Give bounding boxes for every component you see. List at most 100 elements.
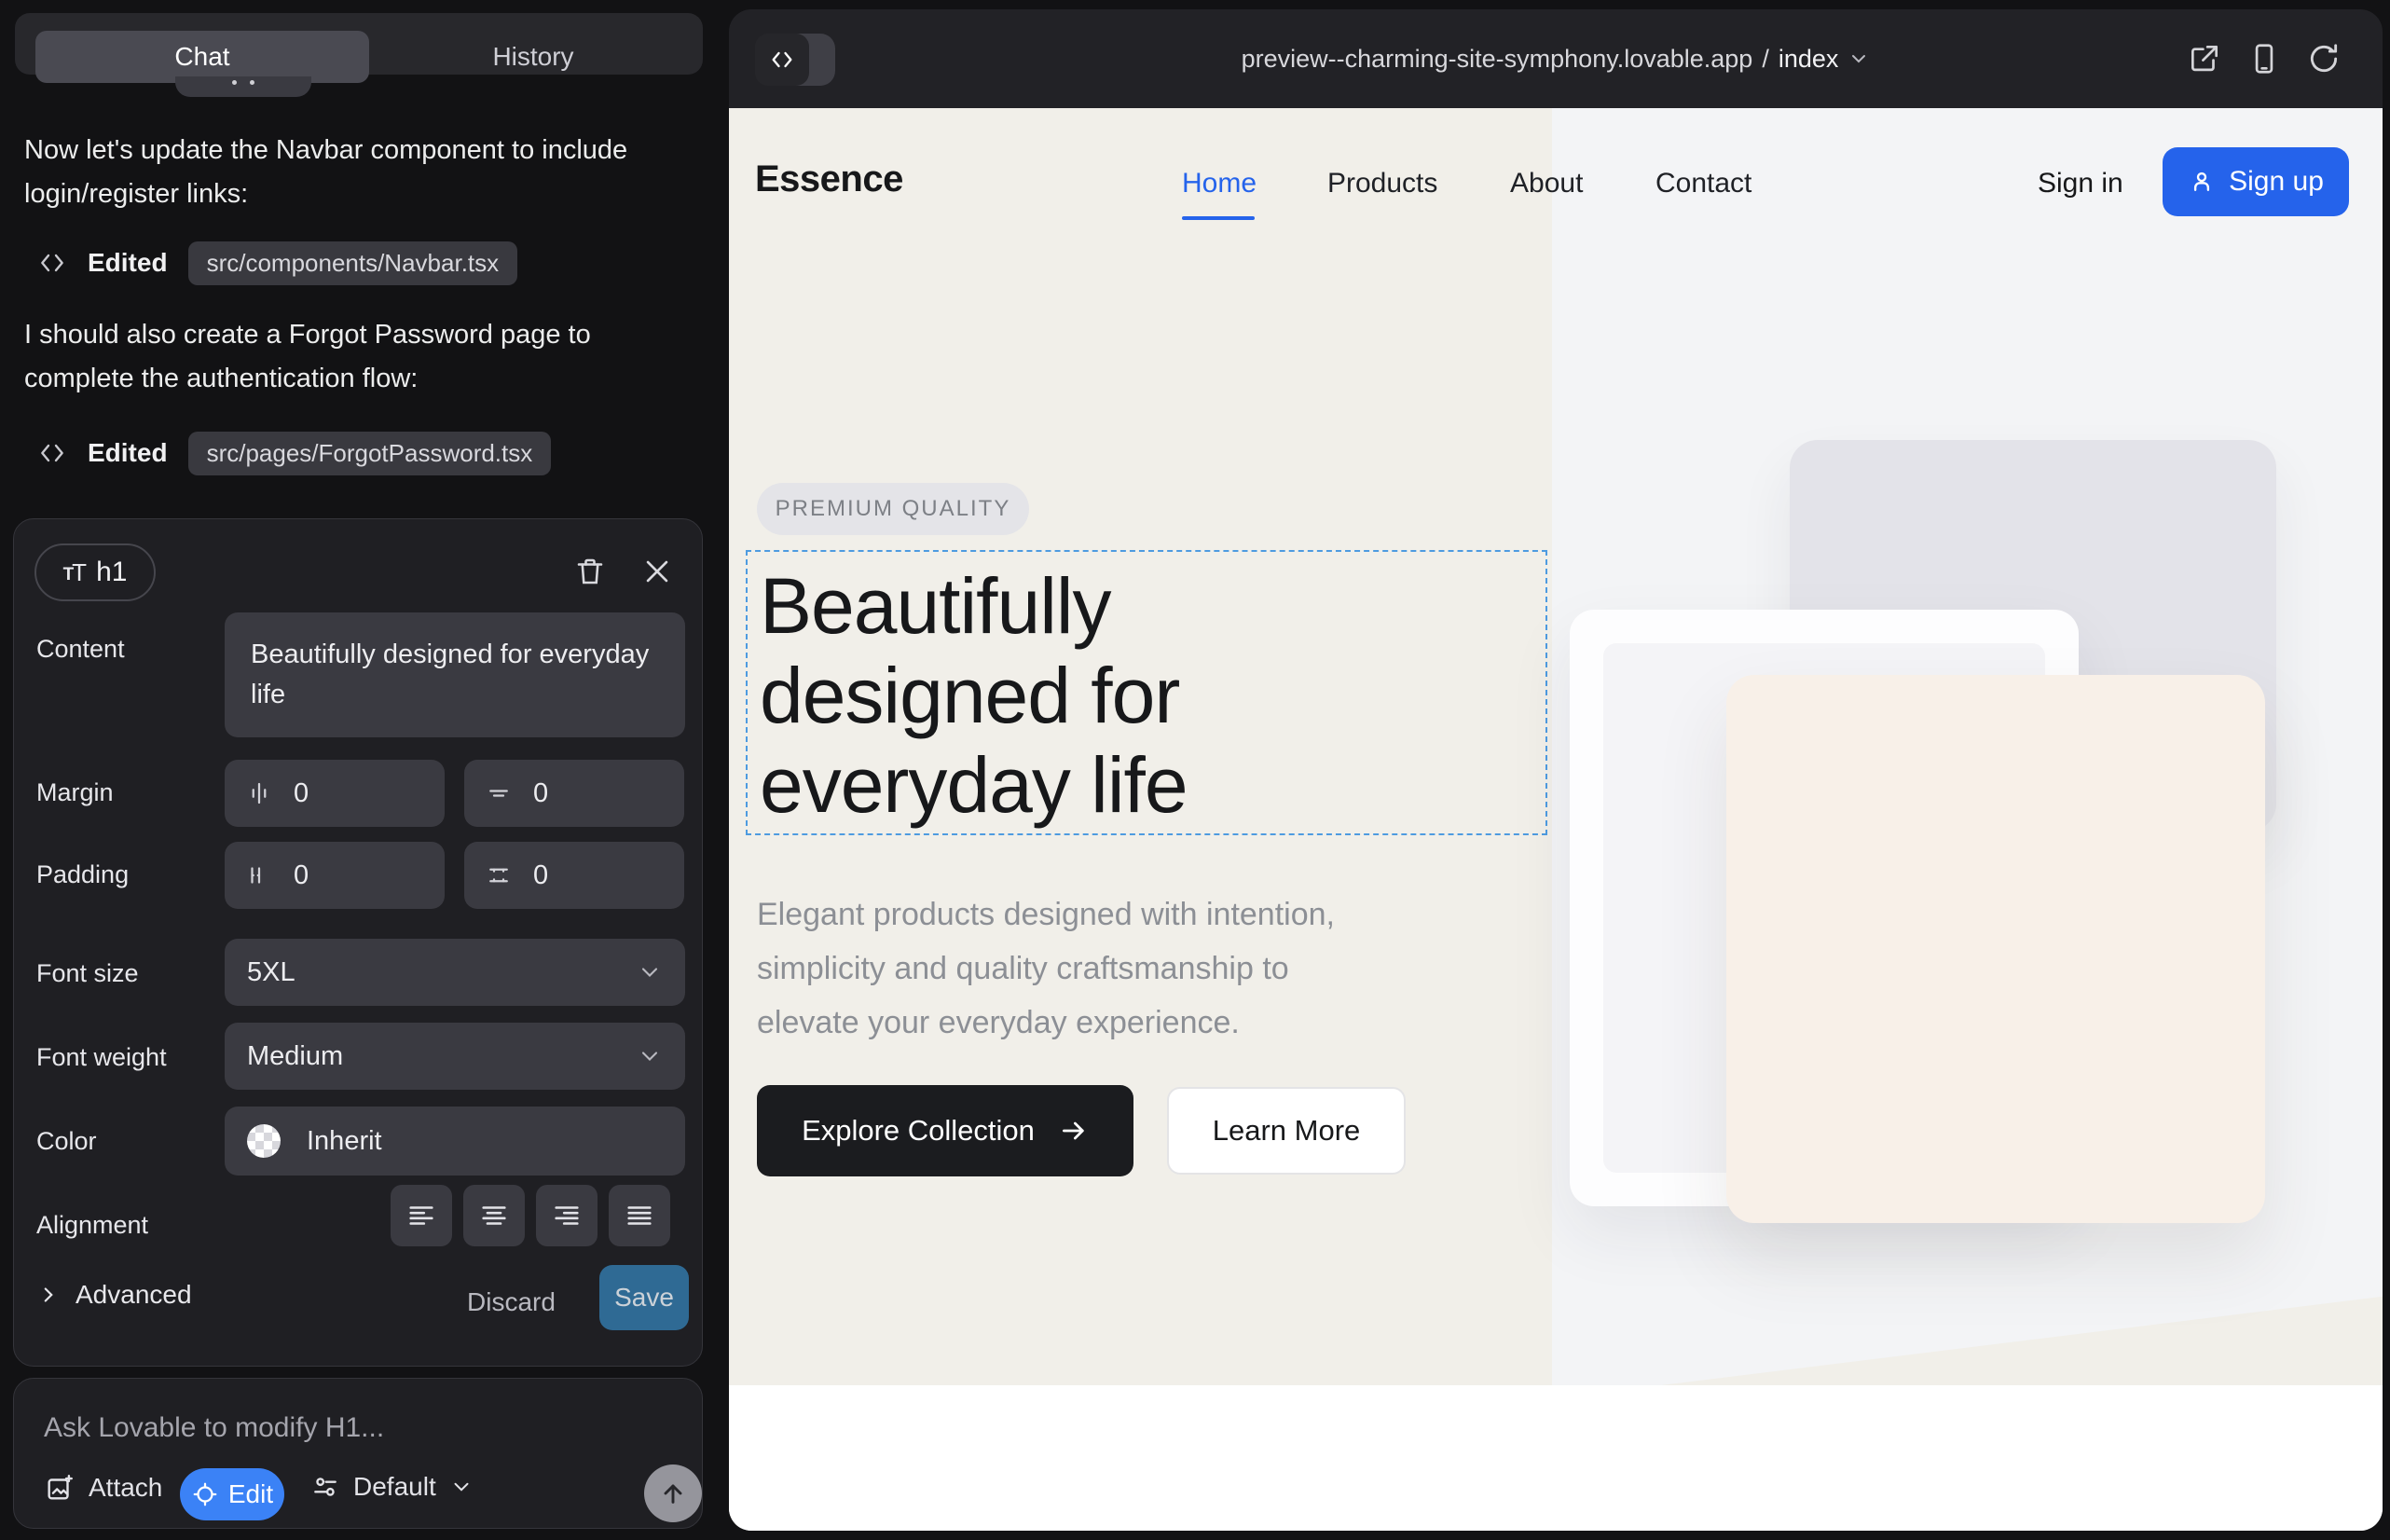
attach-label: Attach bbox=[89, 1473, 162, 1503]
explore-collection-button[interactable]: Explore Collection bbox=[757, 1085, 1133, 1176]
typography-icon: TT bbox=[63, 558, 86, 587]
chat-composer[interactable]: Ask Lovable to modify H1... Attach Edit … bbox=[13, 1378, 703, 1529]
attach-button[interactable]: Attach bbox=[44, 1472, 162, 1504]
alignment-label: Alignment bbox=[36, 1211, 148, 1240]
user-icon bbox=[2188, 168, 2216, 196]
margin-x-input[interactable]: 0 bbox=[225, 760, 445, 827]
padding-y-value: 0 bbox=[533, 860, 548, 891]
edited-file-row[interactable]: Edited src/components/Navbar.tsx bbox=[37, 241, 517, 285]
url-separator: / bbox=[1762, 45, 1769, 74]
arrow-right-icon bbox=[1059, 1116, 1089, 1146]
nav-contact[interactable]: Contact bbox=[1655, 168, 1751, 199]
next-section-background bbox=[729, 1385, 2383, 1531]
learn-more-button[interactable]: Learn More bbox=[1167, 1087, 1406, 1175]
color-swatch bbox=[247, 1124, 281, 1158]
margin-y-input[interactable]: 0 bbox=[464, 760, 684, 827]
color-select[interactable]: Inherit bbox=[225, 1107, 685, 1176]
padding-horizontal-icon bbox=[245, 861, 273, 889]
font-weight-select[interactable]: Medium bbox=[225, 1023, 685, 1090]
refresh-icon[interactable] bbox=[2304, 39, 2343, 78]
element-tag-pill[interactable]: TT h1 bbox=[34, 543, 156, 601]
preview-browser: preview--charming-site-symphony.lovable.… bbox=[729, 9, 2383, 1531]
color-label: Color bbox=[36, 1127, 97, 1156]
nav-home[interactable]: Home bbox=[1182, 168, 1257, 199]
margin-x-value: 0 bbox=[294, 778, 309, 809]
element-tag: h1 bbox=[96, 557, 127, 588]
font-size-select[interactable]: 5XL bbox=[225, 939, 685, 1006]
align-left-button[interactable] bbox=[391, 1185, 452, 1246]
advanced-label: Advanced bbox=[76, 1280, 192, 1310]
margin-vertical-icon bbox=[485, 779, 513, 807]
font-weight-label: Font weight bbox=[36, 1043, 167, 1072]
scrolled-message-pill[interactable] bbox=[175, 76, 311, 97]
sign-up-button[interactable]: Sign up bbox=[2163, 147, 2349, 216]
tab-history[interactable]: History bbox=[369, 31, 697, 83]
url-page: index bbox=[1779, 45, 1839, 74]
subtext-line: simplicity and quality craftsmanship to bbox=[757, 942, 1335, 996]
decorative-wedge bbox=[1661, 1255, 2383, 1385]
sign-up-label: Sign up bbox=[2229, 166, 2324, 198]
open-in-new-icon[interactable] bbox=[2185, 39, 2224, 78]
nav-products[interactable]: Products bbox=[1327, 168, 1437, 199]
premium-quality-badge: PREMIUM QUALITY bbox=[757, 483, 1029, 535]
headline-line: designed for bbox=[760, 651, 1188, 740]
headline-line: Beautifully bbox=[760, 561, 1188, 651]
edited-label: Edited bbox=[88, 438, 168, 468]
padding-label: Padding bbox=[36, 860, 129, 889]
advanced-toggle[interactable]: Advanced bbox=[36, 1280, 192, 1310]
chevron-right-icon bbox=[36, 1283, 61, 1307]
assistant-message: Now let's update the Navbar component to… bbox=[24, 129, 635, 216]
edit-label: Edit bbox=[228, 1479, 273, 1509]
code-icon bbox=[37, 438, 67, 468]
preview-url: preview--charming-site-symphony.lovable.… bbox=[1242, 45, 1753, 74]
align-justify-button[interactable] bbox=[609, 1185, 670, 1246]
margin-label: Margin bbox=[36, 778, 114, 807]
delete-element-button[interactable] bbox=[570, 551, 611, 592]
url-bar[interactable]: preview--charming-site-symphony.lovable.… bbox=[729, 9, 2383, 108]
hero-headline[interactable]: Beautifully designed for everyday life bbox=[760, 561, 1188, 830]
padding-vertical-icon bbox=[485, 861, 513, 889]
hero-subtext: Elegant products designed with intention… bbox=[757, 887, 1335, 1050]
save-button[interactable]: Save bbox=[599, 1265, 689, 1330]
edited-label: Edited bbox=[88, 248, 168, 278]
subtext-line: elevate your everyday experience. bbox=[757, 996, 1335, 1050]
tab-chat[interactable]: Chat bbox=[35, 31, 369, 83]
margin-y-value: 0 bbox=[533, 778, 548, 809]
chevron-down-icon bbox=[637, 1043, 663, 1069]
chevron-down-icon bbox=[449, 1475, 474, 1499]
nav-about[interactable]: About bbox=[1510, 168, 1583, 199]
content-label: Content bbox=[36, 635, 125, 664]
file-pill[interactable]: src/components/Navbar.tsx bbox=[188, 241, 518, 285]
padding-x-value: 0 bbox=[294, 860, 309, 891]
color-value: Inherit bbox=[307, 1126, 382, 1157]
element-editor-panel: TT h1 Content Beautifully designed for e… bbox=[13, 518, 703, 1367]
chat-history-tabs: Chat History bbox=[15, 13, 703, 75]
decorative-card-cream bbox=[1726, 675, 2265, 1223]
padding-x-input[interactable]: 0 bbox=[225, 842, 445, 909]
chevron-down-icon bbox=[637, 959, 663, 985]
content-input[interactable]: Beautifully designed for everyday life bbox=[225, 612, 685, 737]
file-pill[interactable]: src/pages/ForgotPassword.tsx bbox=[188, 432, 552, 475]
assistant-message: I should also create a Forgot Password p… bbox=[24, 313, 635, 401]
discard-button[interactable]: Discard bbox=[467, 1287, 556, 1317]
composer-placeholder[interactable]: Ask Lovable to modify H1... bbox=[44, 1412, 384, 1444]
chevron-down-icon bbox=[1847, 48, 1870, 70]
nav-home-underline bbox=[1182, 216, 1255, 220]
font-size-label: Font size bbox=[36, 959, 139, 988]
padding-y-input[interactable]: 0 bbox=[464, 842, 684, 909]
close-icon[interactable] bbox=[637, 551, 678, 592]
edit-mode-button[interactable]: Edit bbox=[180, 1468, 284, 1520]
sliders-icon bbox=[310, 1472, 340, 1502]
edited-file-row[interactable]: Edited src/pages/ForgotPassword.tsx bbox=[37, 431, 551, 475]
headline-line: everyday life bbox=[760, 740, 1188, 830]
mobile-view-icon[interactable] bbox=[2245, 39, 2284, 78]
chat-panel: Chat History Now let's update the Navbar… bbox=[0, 0, 727, 1540]
site-logo[interactable]: Essence bbox=[755, 158, 903, 200]
model-default-dropdown[interactable]: Default bbox=[310, 1472, 474, 1502]
attach-image-icon bbox=[44, 1472, 76, 1504]
align-center-button[interactable] bbox=[463, 1185, 525, 1246]
align-right-button[interactable] bbox=[536, 1185, 598, 1246]
margin-horizontal-icon bbox=[245, 779, 273, 807]
send-button[interactable] bbox=[644, 1464, 702, 1522]
sign-in-link[interactable]: Sign in bbox=[2038, 168, 2123, 199]
